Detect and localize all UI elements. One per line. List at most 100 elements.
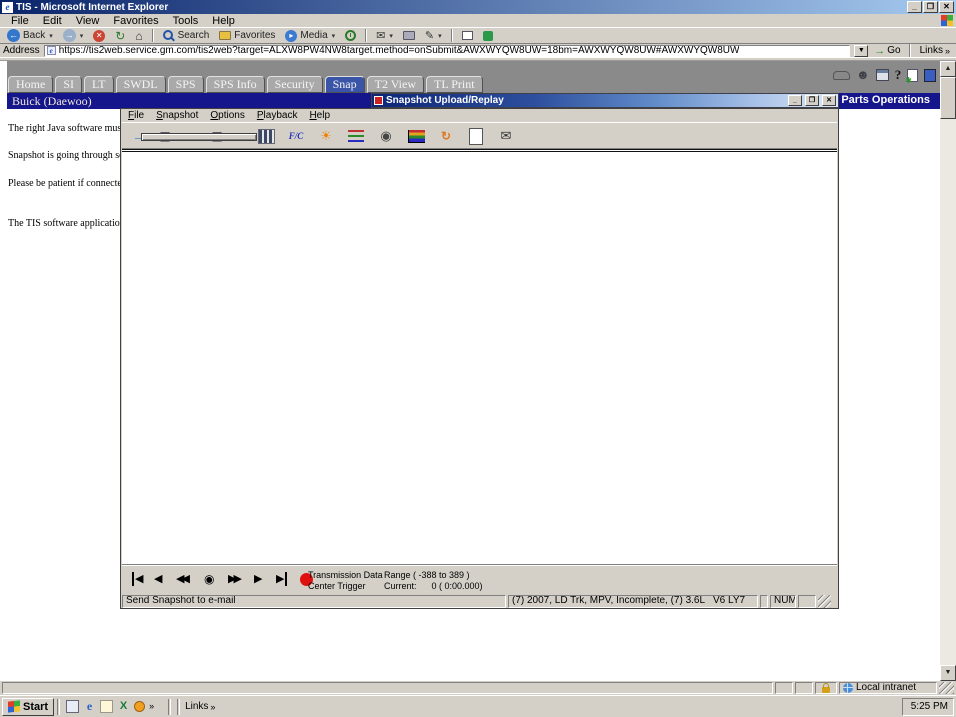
forward-button[interactable]: [60, 28, 87, 43]
quicklaunch-overflow-chevron[interactable]: [149, 700, 162, 713]
snapshot-maximize-button[interactable]: ❐: [805, 95, 819, 106]
page-paragraph: The TIS software application do: [8, 218, 121, 229]
show-desktop-icon[interactable]: [66, 700, 79, 713]
tab[interactable]: SWDL: [116, 76, 166, 93]
waveform-icon[interactable]: [343, 125, 369, 147]
browser-menu-item[interactable]: View: [69, 15, 107, 27]
snapshot-minimize-button[interactable]: _: [788, 95, 802, 106]
temp-units-icon[interactable]: [283, 125, 309, 147]
go-button[interactable]: Go: [872, 45, 902, 57]
browser-menu-item[interactable]: Tools: [166, 15, 206, 27]
snapshot-menu-item[interactable]: Playback: [251, 110, 304, 121]
snapshot-menu-item[interactable]: Options: [204, 110, 250, 121]
ie-quicklaunch-icon[interactable]: [83, 700, 96, 713]
tab[interactable]: Snap: [325, 76, 365, 93]
edit-button[interactable]: [422, 28, 445, 43]
tab[interactable]: LT: [84, 76, 114, 93]
browser-menu-item[interactable]: Help: [205, 15, 242, 27]
search-quicklaunch-icon[interactable]: [100, 700, 113, 713]
tab[interactable]: SI: [55, 76, 82, 93]
browser-menu-item[interactable]: File: [4, 15, 36, 27]
mail-icon: [376, 29, 385, 42]
browser-menu-item[interactable]: Favorites: [106, 15, 165, 27]
address-input[interactable]: e https://tis2web.service.gm.com/tis2web…: [44, 45, 851, 57]
favorites-button[interactable]: Favorites: [216, 28, 278, 43]
scroll-down-button[interactable]: ▼: [940, 665, 956, 681]
tab[interactable]: SPS: [168, 76, 204, 93]
stop-button[interactable]: [90, 28, 108, 43]
links-label: Links: [920, 45, 943, 56]
calendar-icon[interactable]: [876, 69, 889, 81]
system-tray: 5:25 PM: [902, 698, 954, 716]
play-button[interactable]: [254, 572, 262, 586]
trigger-type-label: Center Trigger: [308, 581, 366, 591]
media-button[interactable]: Media: [282, 28, 338, 43]
go-label: Go: [887, 45, 900, 56]
snapshot-window-body: FileSnapshotOptionsPlaybackHelp: [120, 108, 839, 609]
minimize-button[interactable]: _: [907, 1, 922, 13]
bolt-icon[interactable]: [373, 125, 399, 147]
browser-title: TIS - Microsoft Internet Explorer: [16, 2, 168, 13]
snapshot-menu-item[interactable]: Help: [303, 110, 336, 121]
step-back-button[interactable]: [154, 572, 162, 586]
back-button[interactable]: Back: [4, 28, 56, 43]
resize-grip[interactable]: [818, 595, 831, 608]
graph-icon[interactable]: [403, 125, 429, 147]
snapshot-close-button[interactable]: ✕: [822, 95, 836, 106]
media-label: Media: [300, 30, 327, 41]
window-resize-grip[interactable]: [939, 682, 954, 694]
address-dropdown-button[interactable]: ▼: [854, 45, 868, 57]
excel-quicklaunch-icon[interactable]: [117, 700, 130, 713]
snapshot-menu-item[interactable]: File: [122, 110, 150, 121]
email-icon[interactable]: [493, 125, 519, 147]
home-button[interactable]: [132, 28, 145, 43]
browser-menu-item[interactable]: Edit: [36, 15, 69, 27]
user-icon[interactable]: [856, 68, 870, 82]
history-icon: [345, 30, 356, 41]
intranet-zone-icon: [843, 683, 853, 693]
mail-button[interactable]: [373, 28, 396, 43]
maximize-button[interactable]: ❐: [923, 1, 938, 13]
desktop: e TIS - Microsoft Internet Explorer _ ❐ …: [0, 0, 956, 717]
new-document-icon[interactable]: [907, 69, 918, 82]
taskbar-links[interactable]: Links »: [183, 701, 217, 712]
refresh-button[interactable]: [112, 28, 128, 43]
trigger-icon[interactable]: [433, 125, 459, 147]
close-button[interactable]: ✕: [939, 1, 954, 13]
help-icon[interactable]: [895, 67, 902, 83]
scroll-up-button[interactable]: ▲: [940, 61, 956, 77]
snapshot-menu-item[interactable]: Snapshot: [150, 110, 204, 121]
first-frame-button[interactable]: [132, 572, 143, 586]
tab[interactable]: SPS Info: [206, 76, 265, 93]
search-button[interactable]: Search: [160, 28, 213, 43]
exit-icon[interactable]: [924, 69, 936, 82]
links-bar[interactable]: Links »: [917, 45, 953, 56]
favorites-icon: [219, 31, 231, 40]
media-icon: [285, 30, 297, 42]
stop-playback-button[interactable]: [204, 572, 214, 586]
scrollbar-thumb[interactable]: [940, 77, 956, 119]
fast-forward-button[interactable]: [228, 572, 239, 586]
brightness-icon[interactable]: [313, 125, 339, 147]
current-frame-label: Current: 0 ( 0:00.000): [384, 581, 483, 591]
blank-page-icon[interactable]: [463, 125, 489, 147]
page-scrollbar[interactable]: ▲ ▼: [940, 61, 956, 681]
home-icon: [135, 29, 142, 43]
rewind-button[interactable]: [176, 572, 187, 586]
start-button[interactable]: Start: [2, 698, 54, 716]
tab[interactable]: Security: [267, 76, 323, 93]
snapshot-window-titlebar[interactable]: Snapshot Upload/Replay _ ❐ ✕: [371, 93, 839, 108]
messenger-button[interactable]: [480, 28, 496, 43]
tab[interactable]: TL Print: [426, 76, 483, 93]
outlook-quicklaunch-icon[interactable]: [134, 701, 145, 712]
history-button[interactable]: [342, 28, 359, 43]
browser-statusbar: Local intranet: [0, 681, 956, 695]
tab[interactable]: T2 View: [367, 76, 424, 93]
last-frame-button[interactable]: [276, 572, 287, 586]
refresh-icon: [115, 29, 125, 43]
page-paragraph: Snapshot is going through sever: [8, 150, 121, 161]
discuss-button[interactable]: [459, 28, 476, 43]
tab[interactable]: Home: [8, 76, 53, 93]
vehicle-icon[interactable]: [833, 71, 850, 80]
print-button[interactable]: [400, 28, 418, 43]
